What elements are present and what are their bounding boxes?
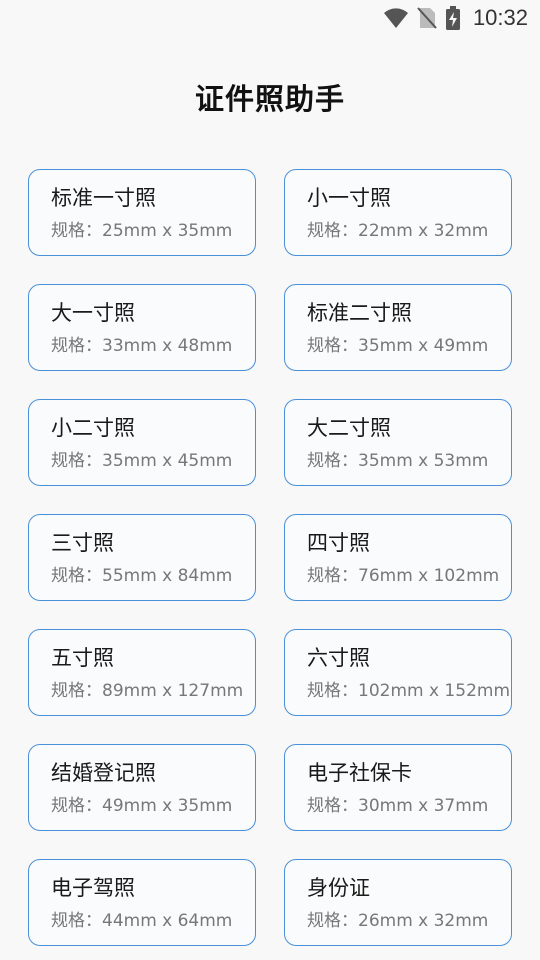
photo-type-card[interactable]: 大一寸照 规格：33mm x 48mm [28, 284, 256, 371]
photo-type-card[interactable]: 电子社保卡 规格：30mm x 37mm [284, 744, 512, 831]
photo-type-name: 五寸照 [51, 646, 114, 670]
photo-type-spec: 规格：22mm x 32mm [307, 221, 489, 241]
photo-type-name: 身份证 [307, 876, 370, 900]
photo-type-spec: 规格：76mm x 102mm [307, 566, 500, 586]
photo-type-spec: 规格：35mm x 53mm [307, 451, 489, 471]
photo-type-name: 六寸照 [307, 646, 370, 670]
photo-type-spec: 规格：35mm x 45mm [51, 451, 233, 471]
status-time: 10:32 [472, 5, 528, 30]
photo-type-spec: 规格：33mm x 48mm [51, 336, 233, 356]
photo-type-spec: 规格：102mm x 152mm [307, 681, 511, 701]
wifi-icon [383, 7, 409, 29]
photo-type-spec: 规格：49mm x 35mm [51, 796, 233, 816]
photo-type-name: 电子驾照 [51, 876, 135, 900]
photo-type-spec: 规格：35mm x 49mm [307, 336, 489, 356]
photo-type-spec: 规格：44mm x 64mm [51, 911, 233, 931]
photo-type-card[interactable]: 四寸照 规格：76mm x 102mm [284, 514, 512, 601]
photo-type-name: 大二寸照 [307, 416, 391, 440]
photo-type-card[interactable]: 标准二寸照 规格：35mm x 49mm [284, 284, 512, 371]
photo-type-card[interactable]: 五寸照 规格：89mm x 127mm [28, 629, 256, 716]
photo-type-card[interactable]: 标准一寸照 规格：25mm x 35mm [28, 169, 256, 256]
page-title: 证件照助手 [194, 82, 345, 116]
photo-type-card[interactable]: 身份证 规格：26mm x 32mm [284, 859, 512, 946]
photo-type-name: 小一寸照 [307, 186, 391, 210]
photo-type-name: 三寸照 [51, 531, 114, 555]
battery-charging-icon [445, 5, 461, 31]
no-sim-icon [417, 6, 437, 30]
photo-type-name: 标准一寸照 [51, 186, 156, 210]
photo-type-name: 标准二寸照 [307, 301, 412, 325]
photo-type-card[interactable]: 结婚登记照 规格：49mm x 35mm [28, 744, 256, 831]
photo-type-name: 结婚登记照 [51, 761, 156, 785]
photo-type-card[interactable]: 电子驾照 规格：44mm x 64mm [28, 859, 256, 946]
photo-type-card[interactable]: 六寸照 规格：102mm x 152mm [284, 629, 512, 716]
photo-type-spec: 规格：25mm x 35mm [51, 221, 233, 241]
photo-type-grid: 标准一寸照 规格：25mm x 35mm 小一寸照 规格：22mm x 32mm… [28, 169, 512, 946]
photo-type-name: 四寸照 [307, 531, 370, 555]
status-bar: 10:32 [0, 0, 540, 36]
photo-type-card[interactable]: 小一寸照 规格：22mm x 32mm [284, 169, 512, 256]
photo-type-card[interactable]: 大二寸照 规格：35mm x 53mm [284, 399, 512, 486]
photo-type-spec: 规格：55mm x 84mm [51, 566, 233, 586]
photo-type-name: 电子社保卡 [307, 761, 412, 785]
photo-type-card[interactable]: 小二寸照 规格：35mm x 45mm [28, 399, 256, 486]
photo-type-name: 大一寸照 [51, 301, 135, 325]
photo-type-spec: 规格：30mm x 37mm [307, 796, 489, 816]
photo-type-spec: 规格：89mm x 127mm [51, 681, 244, 701]
photo-type-spec: 规格：26mm x 32mm [307, 911, 489, 931]
photo-type-card[interactable]: 三寸照 规格：55mm x 84mm [28, 514, 256, 601]
photo-type-name: 小二寸照 [51, 416, 135, 440]
